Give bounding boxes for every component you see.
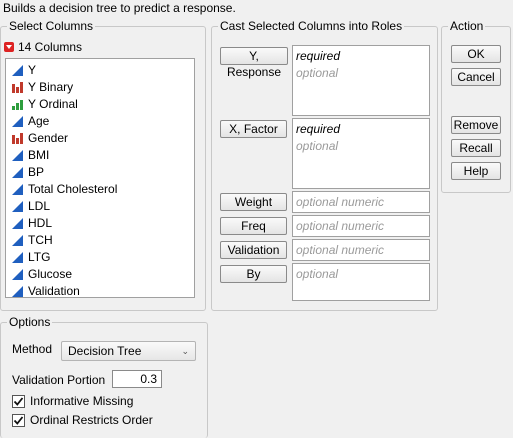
platform-description: Builds a decision tree to predict a resp… — [3, 1, 236, 15]
column-list[interactable]: Y Y Binary Y Ordinal Age Gender BMI BP Total Ch… — [5, 58, 195, 298]
select-columns-title: Select Columns — [7, 19, 96, 33]
select-columns-panel: Select Columns 14 Columns Y Y Binary Y Ord… — [0, 19, 206, 311]
continuous-type-icon — [12, 201, 23, 212]
column-list-item[interactable]: BP — [6, 164, 194, 181]
column-list-item[interactable]: Y Binary — [6, 79, 194, 96]
cancel-button[interactable]: Cancel — [451, 68, 501, 86]
continuous-type-icon — [12, 65, 23, 76]
help-button[interactable]: Help — [451, 162, 501, 180]
column-list-item[interactable]: Validation — [6, 283, 194, 300]
column-label: Age — [28, 114, 50, 128]
freq-button[interactable]: Freq — [220, 217, 287, 235]
column-list-item[interactable]: Gender — [6, 130, 194, 147]
column-label: LTG — [28, 250, 51, 264]
column-label: Y Ordinal — [28, 97, 78, 111]
method-select[interactable]: Decision Tree ⌄ — [61, 341, 196, 361]
options-title: Options — [7, 315, 53, 329]
continuous-type-icon — [12, 218, 23, 229]
column-count-label: 14 Columns — [18, 40, 83, 54]
x-factor-required: required — [296, 122, 341, 136]
method-value: Decision Tree — [68, 344, 142, 358]
column-list-item[interactable]: TCH — [6, 232, 194, 249]
validation-portion-label: Validation Portion — [12, 373, 106, 387]
column-label: Y — [28, 63, 37, 77]
informative-missing-checkbox[interactable] — [12, 394, 25, 408]
column-list-item[interactable]: LDL — [6, 198, 194, 215]
nominal-type-icon — [12, 133, 23, 144]
column-label: Gender — [28, 131, 69, 145]
informative-missing-option[interactable]: Informative Missing — [12, 394, 133, 408]
continuous-type-icon — [12, 269, 23, 280]
continuous-type-icon — [12, 286, 23, 297]
column-label: HDL — [28, 216, 53, 230]
column-list-item[interactable]: Y Ordinal — [6, 96, 194, 113]
continuous-type-icon — [12, 116, 23, 127]
continuous-type-icon — [12, 235, 23, 246]
y-response-optional: optional — [296, 66, 339, 80]
column-list-item[interactable]: BMI — [6, 147, 194, 164]
roles-panel: Cast Selected Columns into Roles Y, Resp… — [211, 19, 438, 311]
ok-button[interactable]: OK — [451, 45, 501, 63]
column-label: Glucose — [28, 267, 73, 281]
column-label: Validation — [28, 284, 80, 298]
by-button[interactable]: By — [220, 265, 287, 283]
column-label: LDL — [28, 199, 51, 213]
column-list-item[interactable]: Total Cholesterol — [6, 181, 194, 198]
validation-portion-input[interactable]: 0.3 — [112, 370, 162, 388]
options-panel: Options Method Decision Tree ⌄ Validatio… — [0, 315, 208, 438]
y-response-button[interactable]: Y, Response — [220, 47, 288, 79]
ordinal-type-icon — [12, 99, 23, 110]
continuous-type-icon — [12, 150, 23, 161]
weight-placeholder: optional numeric — [296, 195, 385, 209]
continuous-type-icon — [12, 252, 23, 263]
column-list-item[interactable]: Glucose — [6, 266, 194, 283]
x-factor-optional: optional — [296, 139, 339, 153]
column-count-menu[interactable]: 14 Columns — [4, 40, 82, 54]
method-label: Method — [12, 342, 53, 356]
chevron-down-icon: ⌄ — [181, 346, 189, 356]
weight-button[interactable]: Weight — [220, 193, 287, 211]
ordinal-restricts-order-label: Ordinal Restricts Order — [30, 413, 153, 427]
continuous-type-icon — [12, 184, 23, 195]
column-label: Total Cholesterol — [28, 182, 118, 196]
informative-missing-label: Informative Missing — [30, 394, 134, 408]
by-field[interactable]: optional — [292, 263, 430, 301]
column-list-item[interactable]: HDL — [6, 215, 194, 232]
remove-button[interactable]: Remove — [451, 116, 501, 134]
ordinal-restricts-order-option[interactable]: Ordinal Restricts Order — [12, 413, 153, 427]
validation-field[interactable]: optional numeric — [292, 239, 430, 261]
column-label: BMI — [28, 148, 50, 162]
column-list-item[interactable]: LTG — [6, 249, 194, 266]
y-response-required: required — [296, 49, 341, 63]
validation-placeholder: optional numeric — [296, 243, 385, 257]
by-placeholder: optional — [296, 267, 339, 281]
freq-placeholder: optional numeric — [296, 219, 385, 233]
validation-button[interactable]: Validation — [220, 241, 287, 259]
column-label: TCH — [28, 233, 53, 247]
continuous-type-icon — [12, 167, 23, 178]
freq-field[interactable]: optional numeric — [292, 215, 430, 237]
column-list-item[interactable]: Y — [6, 62, 194, 79]
roles-title: Cast Selected Columns into Roles — [218, 19, 405, 33]
action-title: Action — [448, 19, 486, 33]
nominal-type-icon — [12, 82, 23, 93]
y-response-list[interactable]: required optional — [292, 45, 430, 116]
ordinal-restricts-order-checkbox[interactable] — [12, 413, 25, 427]
column-label: BP — [28, 165, 45, 179]
red-triangle-menu-icon[interactable] — [4, 42, 14, 52]
x-factor-button[interactable]: X, Factor — [220, 120, 287, 138]
weight-field[interactable]: optional numeric — [292, 191, 430, 213]
column-label: Y Binary — [28, 80, 74, 94]
column-list-item[interactable]: Age — [6, 113, 194, 130]
recall-button[interactable]: Recall — [451, 139, 501, 157]
action-panel: Action OK Cancel Remove Recall Help — [441, 19, 511, 193]
x-factor-list[interactable]: required optional — [292, 118, 430, 189]
